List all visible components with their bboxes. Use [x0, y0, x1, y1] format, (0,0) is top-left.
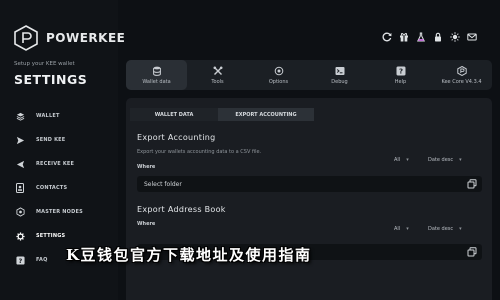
sidebar-item-label: WALLET: [36, 113, 60, 119]
sidebar-item-send-kee[interactable]: SEND KEE: [12, 128, 112, 152]
brand-name: POWERKEE: [46, 31, 126, 45]
sidebar-item-master-nodes[interactable]: MASTER NODES: [12, 200, 112, 224]
sidebar-item-label: SETTINGS: [36, 233, 66, 239]
page-title: SETTINGS: [14, 72, 88, 87]
chevron-down-icon: ▾: [406, 157, 409, 163]
chevron-down-icon: ▾: [459, 157, 462, 163]
brand: POWERKEE: [14, 25, 125, 51]
sort-value: Date desc: [428, 226, 454, 232]
sidebar-item-label: CONTACTS: [36, 185, 68, 191]
export-address-book-title: Export Address Book: [137, 205, 226, 214]
sidebar-subtitle: Setup your KEE wallet: [14, 61, 75, 67]
tools-icon: [213, 66, 223, 76]
sun-icon[interactable]: [448, 30, 461, 43]
gear-icon: [12, 231, 28, 241]
content-panel: WALLET DATA EXPORT ACCOUNTING Export Acc…: [126, 98, 492, 300]
tab-label: Help: [394, 78, 407, 85]
filter-value: All: [394, 226, 401, 232]
flask-icon[interactable]: [414, 30, 427, 43]
tab-options[interactable]: Options: [248, 60, 309, 90]
mail-icon[interactable]: [465, 30, 478, 43]
subtab-export-accounting[interactable]: EXPORT ACCOUNTING: [218, 108, 314, 121]
sidebar-item-label: FAQ: [36, 257, 48, 263]
sort-value: Date desc: [428, 157, 454, 163]
settings-tabbar: Wallet data Tools Options Debug ? Help K…: [126, 60, 492, 90]
sidebar-item-contacts[interactable]: CONTACTS: [12, 176, 112, 200]
receive-icon: [12, 160, 28, 169]
subtab-wallet-data[interactable]: WALLET DATA: [130, 108, 218, 121]
kee-core-icon: [456, 65, 467, 76]
powerkee-logo-icon: [14, 25, 38, 51]
lock-icon[interactable]: [431, 30, 444, 43]
copy-icon[interactable]: [467, 247, 477, 257]
export-accounting-folder-input[interactable]: Select folder: [137, 176, 482, 192]
filter-value: All: [394, 157, 401, 163]
chevron-down-icon: ▾: [406, 226, 409, 232]
subtab-bar: WALLET DATA EXPORT ACCOUNTING: [130, 108, 314, 121]
sidebar-item-label: SEND KEE: [36, 137, 66, 143]
contacts-icon: [12, 183, 28, 193]
send-icon: [12, 136, 28, 145]
sidebar-item-label: RECEIVE KEE: [36, 161, 75, 167]
help-icon: ?: [12, 255, 28, 265]
tab-label: Debug: [331, 78, 348, 85]
database-icon: [152, 66, 161, 76]
tab-label: Wallet data: [142, 78, 171, 85]
sidebar-item-label: MASTER NODES: [36, 209, 83, 215]
copy-icon[interactable]: [467, 179, 477, 189]
tab-label: Options: [268, 78, 289, 85]
tab-help[interactable]: ? Help: [370, 60, 431, 90]
svg-text:?: ?: [18, 257, 22, 264]
options-icon: [274, 66, 284, 76]
export-address-book-filter-select[interactable]: All ▾: [394, 226, 409, 232]
tab-kee-core[interactable]: Kee Core V4.3.4: [431, 60, 492, 90]
nodes-icon: [12, 207, 28, 217]
sidebar-item-wallet[interactable]: WALLET: [12, 104, 112, 128]
layers-icon: [12, 112, 28, 121]
svg-text:?: ?: [398, 67, 402, 75]
sidebar-item-receive-kee[interactable]: RECEIVE KEE: [12, 152, 112, 176]
tab-wallet-data[interactable]: Wallet data: [126, 60, 187, 90]
chevron-down-icon: ▾: [459, 226, 462, 232]
tab-label: Tools: [211, 78, 224, 85]
folder-placeholder: Select folder: [144, 180, 182, 188]
export-accounting-where-label: Where: [137, 164, 156, 170]
tab-debug[interactable]: Debug: [309, 60, 370, 90]
gift-icon[interactable]: [397, 30, 410, 43]
tab-tools[interactable]: Tools: [187, 60, 248, 90]
export-accounting-filter-select[interactable]: All ▾: [394, 157, 409, 163]
export-accounting-title: Export Accounting: [137, 133, 216, 142]
help-box-icon: ?: [396, 66, 406, 76]
export-address-book-sort-select[interactable]: Date desc ▾: [428, 226, 462, 232]
export-address-book-where-label: Where: [137, 221, 156, 227]
terminal-icon: [335, 66, 345, 76]
export-accounting-description: Export your wallets accounting data to a…: [137, 149, 262, 155]
refresh-icon[interactable]: [380, 30, 393, 43]
overlay-banner-text: K豆钱包官方下载地址及使用指南: [66, 246, 312, 264]
top-toolbar: [380, 30, 482, 43]
export-accounting-sort-select[interactable]: Date desc ▾: [428, 157, 462, 163]
tab-label: Kee Core V4.3.4: [441, 78, 482, 85]
